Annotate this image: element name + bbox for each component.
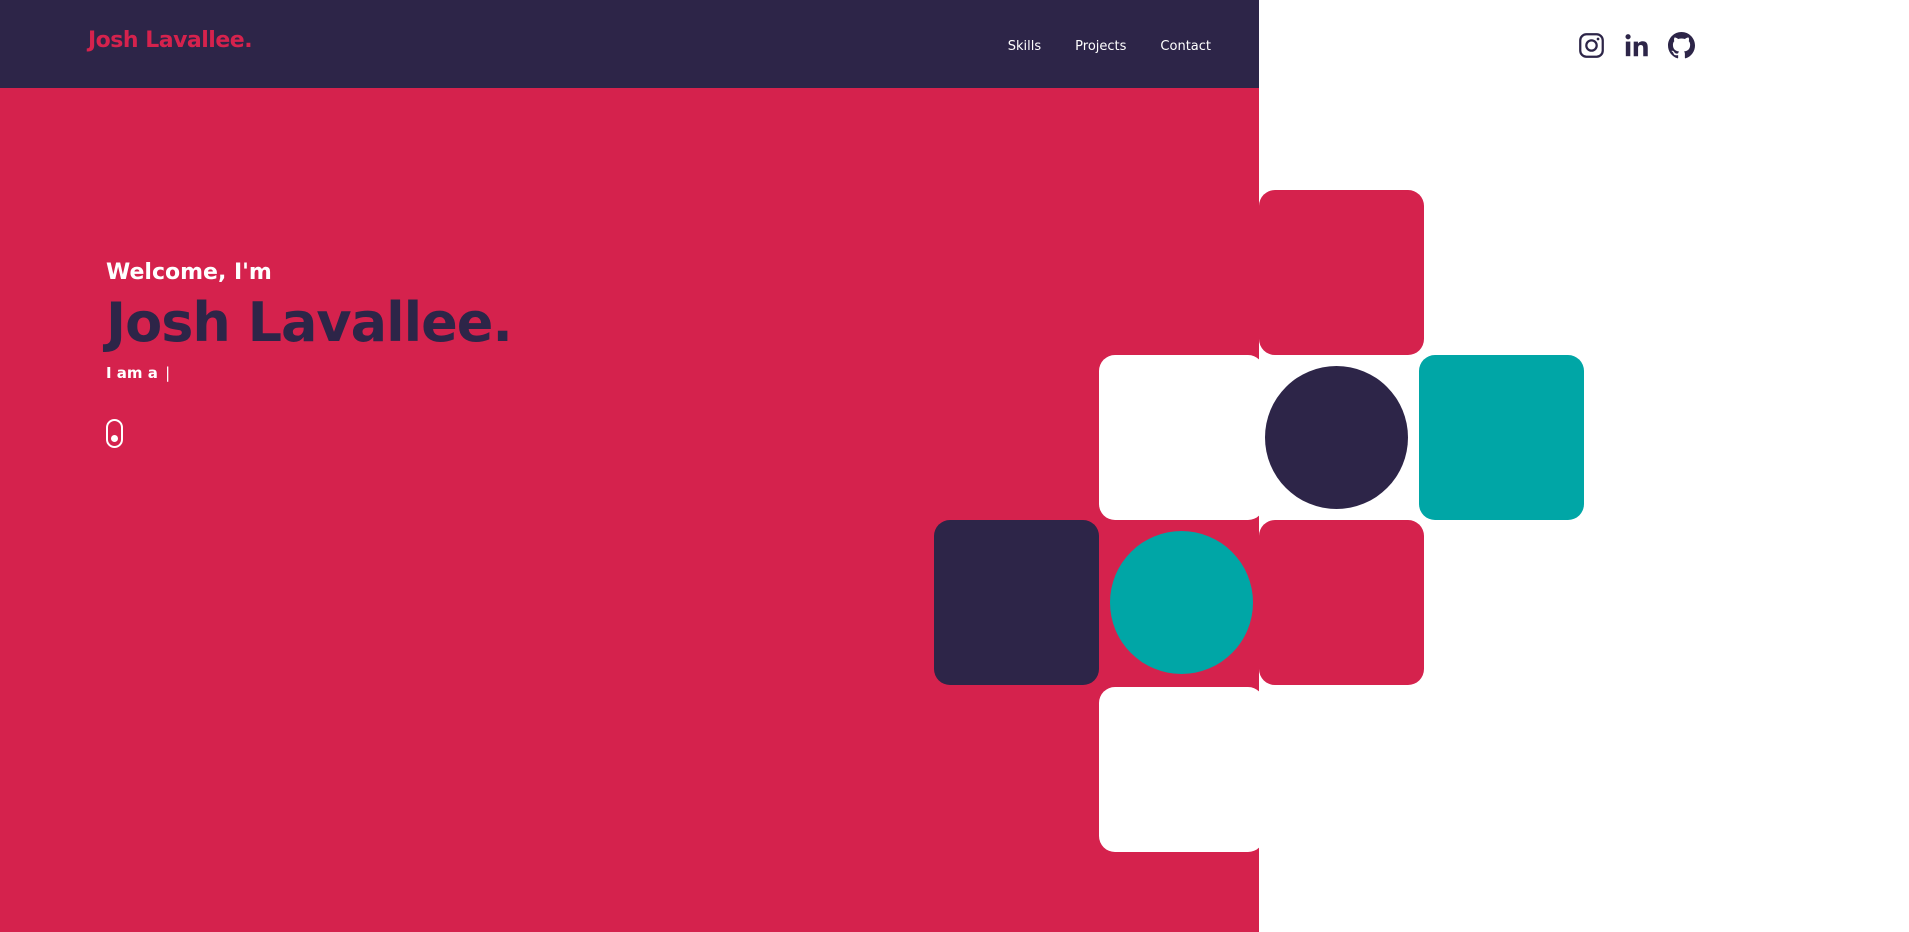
- decor-tile-red-top: [1259, 190, 1424, 355]
- decor-tile-red-middle: [1259, 520, 1424, 685]
- typed-tagline: I am a |: [106, 366, 512, 381]
- decor-tile-white-lower: [1099, 687, 1264, 852]
- decor-circle-dark: [1265, 366, 1408, 509]
- github-icon[interactable]: [1668, 32, 1695, 59]
- social-links: [1578, 32, 1695, 59]
- nav-link-skills[interactable]: Skills: [1008, 40, 1041, 53]
- instagram-icon[interactable]: [1578, 32, 1605, 59]
- navbar: Josh Lavallee. Skills Projects Contact: [0, 0, 1259, 88]
- nav-link-contact[interactable]: Contact: [1160, 40, 1211, 53]
- site-logo[interactable]: Josh Lavallee.: [88, 30, 253, 52]
- tagline-prefix: I am a: [106, 364, 158, 382]
- scroll-wheel-dot: [111, 435, 118, 442]
- decor-tile-white-upper: [1099, 355, 1264, 520]
- linkedin-icon[interactable]: [1623, 32, 1650, 59]
- hero-name: Josh Lavallee.: [106, 291, 513, 354]
- nav-link-projects[interactable]: Projects: [1075, 40, 1126, 53]
- decor-tile-teal: [1419, 355, 1584, 520]
- scroll-down-icon[interactable]: [106, 419, 123, 448]
- decor-tile-dark: [934, 520, 1099, 685]
- typing-cursor: |: [165, 364, 171, 382]
- greeting-text: Welcome, I'm: [106, 260, 272, 285]
- decor-circle-teal: [1110, 531, 1253, 674]
- hero-background: [0, 0, 1259, 932]
- hero-intro: Welcome, I'm Josh Lavallee. I am a |: [106, 260, 513, 381]
- nav-links: Skills Projects Contact: [1008, 40, 1211, 53]
